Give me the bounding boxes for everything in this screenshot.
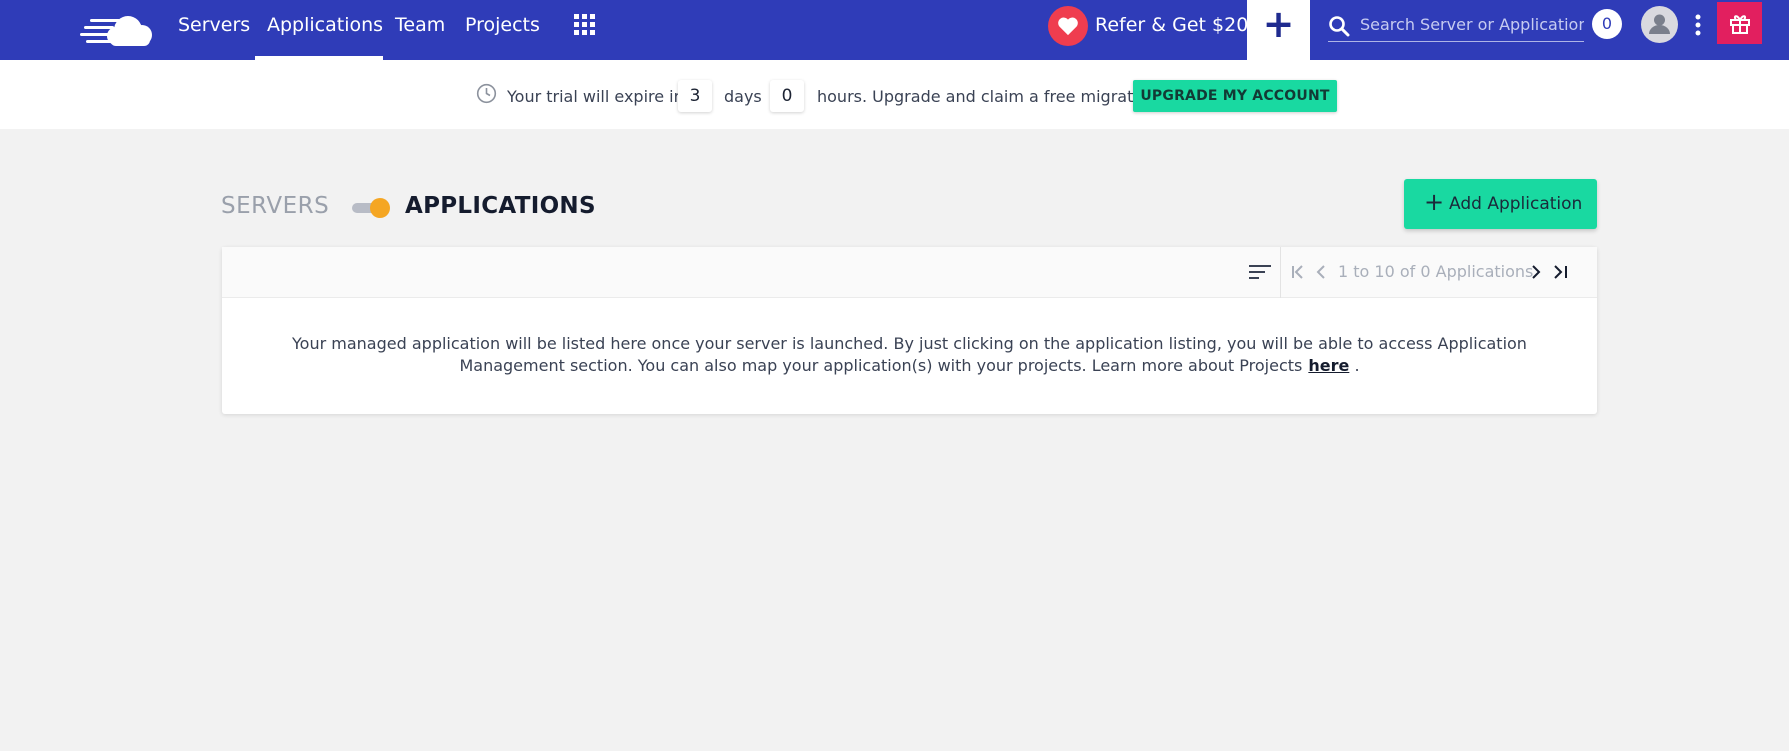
toolbar-divider [1280,247,1281,298]
last-page-icon[interactable] [1552,264,1570,280]
servers-applications-toggle[interactable] [352,198,390,218]
empty-state-trailing: . [1354,356,1360,375]
list-toolbar: 1 to 10 of 0 Applications [222,247,1597,298]
user-avatar[interactable] [1641,6,1678,43]
applications-toggle-label[interactable]: APPLICATIONS [405,193,596,219]
search-icon[interactable] [1328,15,1350,37]
toggle-knob [370,198,390,218]
cloudways-logo-icon[interactable] [80,6,154,50]
trial-banner: Your trial will expire in 3 days 0 hours… [0,60,1789,129]
trial-days-label: days [724,87,762,106]
prev-page-icon[interactable] [1314,264,1328,280]
add-application-label: Add Application [1449,194,1583,214]
top-navbar: Servers Applications Team Projects Refer… [0,0,1789,60]
search-input[interactable] [1360,12,1584,36]
plus-icon: + [1262,2,1295,46]
trial-days-count: 3 [678,80,712,112]
next-page-icon[interactable] [1529,264,1543,280]
first-page-icon[interactable] [1290,264,1306,280]
add-application-button[interactable]: + Add Application [1404,179,1597,229]
nav-link-applications[interactable]: Applications [267,14,383,36]
user-icon [1649,14,1670,34]
clock-icon [476,83,497,104]
search-box [1328,10,1584,42]
create-new-button[interactable]: + [1247,0,1310,60]
notification-badge[interactable]: 0 [1592,9,1622,39]
servers-toggle-label[interactable]: SERVERS [221,193,329,219]
apps-grid-icon[interactable] [574,14,596,36]
plus-icon: + [1424,188,1445,216]
nav-link-servers[interactable]: Servers [178,14,250,36]
trial-suffix-text: hours. Upgrade and claim a free migratio… [817,87,1158,106]
kebab-menu-icon[interactable] [1692,12,1704,38]
trial-prefix-text: Your trial will expire in [507,87,684,106]
nav-link-projects[interactable]: Projects [465,14,540,36]
sort-icon[interactable] [1248,261,1272,283]
applications-list-card: 1 to 10 of 0 Applications Your managed a… [222,247,1597,414]
nav-link-team[interactable]: Team [395,14,445,36]
gift-button[interactable] [1717,2,1762,44]
gift-icon [1730,15,1750,34]
pagination-text: 1 to 10 of 0 Applications [1338,262,1534,281]
refer-label: Refer & Get $20 [1095,14,1249,36]
empty-state-message: Your managed application will be listed … [262,333,1557,377]
heart-icon [1048,6,1088,46]
upgrade-account-button[interactable]: UPGRADE MY ACCOUNT [1133,80,1337,112]
trial-hours-count: 0 [770,80,804,112]
projects-help-link[interactable]: here [1308,356,1349,375]
